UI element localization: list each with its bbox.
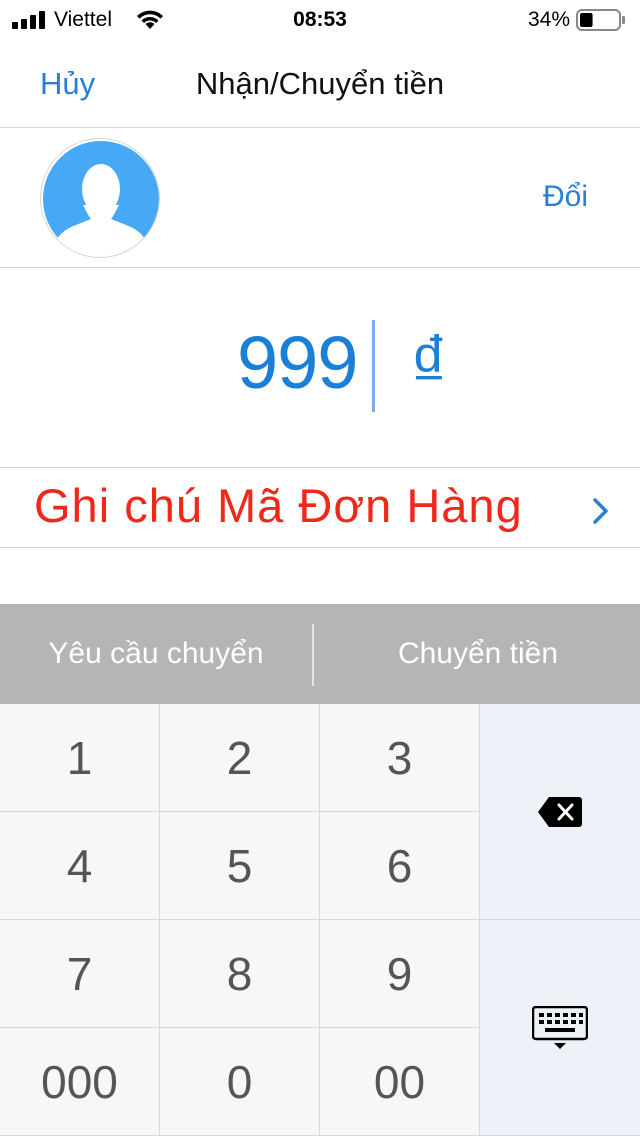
change-recipient-button[interactable]: Đổi — [543, 180, 588, 214]
battery-percentage: 34% — [527, 8, 570, 31]
key-00[interactable]: 00 — [320, 1028, 480, 1136]
amount-value[interactable]: 999 — [237, 320, 358, 405]
keyboard-hide-icon — [532, 1005, 588, 1049]
text-cursor — [372, 320, 375, 412]
key-1[interactable]: 1 — [0, 704, 160, 812]
key-4[interactable]: 4 — [0, 812, 160, 920]
transfer-money-tab[interactable]: Chuyển tiền — [316, 604, 640, 704]
key-2[interactable]: 2 — [160, 704, 320, 812]
key-8[interactable]: 8 — [160, 920, 320, 1028]
numeric-keypad: 1 2 3 4 5 6 7 8 9 000 0 00 — [0, 704, 640, 1136]
recipient-row: Đổi — [0, 128, 640, 268]
key-6[interactable]: 6 — [320, 812, 480, 920]
key-7[interactable]: 7 — [0, 920, 160, 1028]
key-9[interactable]: 9 — [320, 920, 480, 1028]
navigation-bar: Hủy Nhận/Chuyển tiền — [0, 40, 640, 128]
battery-icon — [576, 9, 625, 31]
key-0[interactable]: 0 — [160, 1028, 320, 1136]
key-3[interactable]: 3 — [320, 704, 480, 812]
user-silhouette-icon — [43, 141, 159, 257]
avatar[interactable] — [40, 138, 160, 258]
action-tabs: Yêu cầu chuyển Chuyển tiền — [0, 604, 640, 704]
amount-input-area[interactable]: 999 ₫ — [0, 268, 640, 468]
currency-symbol: ₫ — [410, 321, 448, 404]
chevron-right-icon — [593, 498, 608, 524]
hide-keyboard-button[interactable] — [480, 920, 640, 1136]
key-5[interactable]: 5 — [160, 812, 320, 920]
tab-divider — [312, 624, 314, 686]
page-title: Nhận/Chuyển tiền — [195, 66, 445, 101]
note-row[interactable]: Ghi chú Mã Đơn Hàng — [0, 468, 640, 548]
key-000[interactable]: 000 — [0, 1028, 160, 1136]
request-transfer-tab[interactable]: Yêu cầu chuyển — [0, 604, 312, 704]
title-wrapper: Nhận/Chuyển tiền — [0, 66, 640, 102]
backspace-icon — [538, 796, 582, 827]
note-label: Ghi chú Mã Đơn Hàng — [34, 479, 523, 532]
status-bar: Viettel 08:53 34% — [0, 0, 640, 40]
backspace-button[interactable] — [480, 704, 640, 920]
